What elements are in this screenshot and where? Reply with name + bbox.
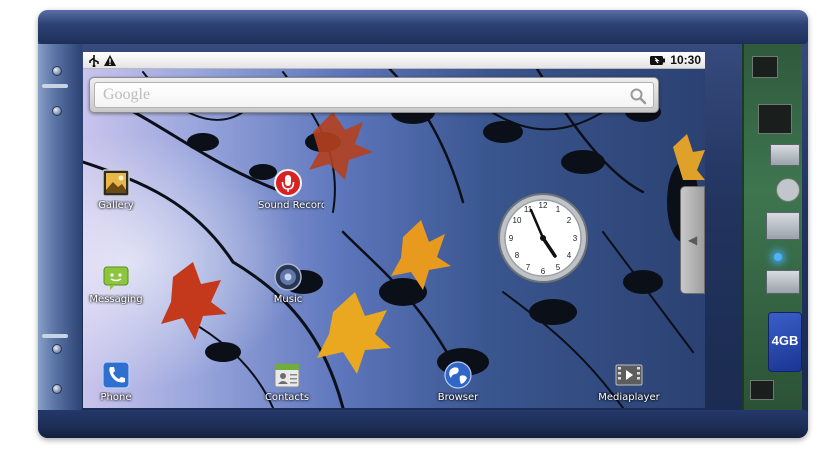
- board-chip: [750, 380, 774, 400]
- sd-card: 4GB: [768, 312, 802, 372]
- screw: [52, 344, 62, 354]
- frame-bottom: [38, 410, 808, 438]
- app-gallery[interactable]: Gallery: [83, 168, 156, 211]
- svg-text:6: 6: [541, 267, 546, 276]
- hinge: [42, 334, 68, 338]
- board-port: [766, 270, 800, 294]
- svg-text:5: 5: [556, 263, 561, 272]
- app-browser[interactable]: Browser: [418, 360, 498, 403]
- screw: [52, 384, 62, 394]
- app-label: Messaging: [89, 294, 143, 305]
- app-contacts[interactable]: Contacts: [247, 360, 327, 403]
- frame-left-side: [38, 44, 82, 410]
- svg-text:10: 10: [513, 216, 522, 225]
- svg-text:4: 4: [567, 251, 572, 260]
- home-screen: 10:30 Google Gallery Sound Recorder: [83, 52, 705, 408]
- frame-top: [38, 10, 808, 44]
- warning-icon: [104, 55, 116, 66]
- app-label: Gallery: [98, 200, 134, 211]
- globe-icon: [444, 361, 472, 389]
- app-phone[interactable]: Phone: [83, 360, 156, 403]
- app-mediaplayer[interactable]: Mediaplayer: [589, 360, 669, 403]
- usb-port: [766, 212, 800, 240]
- svg-text:2: 2: [567, 216, 572, 225]
- messaging-icon: [103, 266, 129, 290]
- status-bar: 10:30: [83, 52, 705, 69]
- board-chip: [752, 56, 778, 78]
- svg-text:8: 8: [515, 251, 520, 260]
- search-placeholder: Google: [103, 86, 151, 103]
- usb-icon: [89, 55, 99, 67]
- board-port: [770, 144, 800, 166]
- gallery-icon: [102, 169, 130, 197]
- app-sound-recorder[interactable]: Sound Recorder: [248, 168, 328, 211]
- film-icon: [615, 364, 643, 386]
- status-time: 10:30: [670, 53, 701, 67]
- app-messaging[interactable]: Messaging: [83, 262, 156, 305]
- board-battery: [776, 178, 800, 202]
- drawer-arrow-icon: ◀: [688, 233, 698, 247]
- contacts-icon: [274, 363, 300, 388]
- app-label: Phone: [100, 392, 132, 403]
- app-label: Mediaplayer: [598, 392, 660, 403]
- svg-text:9: 9: [509, 234, 514, 243]
- svg-text:7: 7: [526, 263, 531, 272]
- svg-text:3: 3: [573, 234, 578, 243]
- microphone-icon: [274, 169, 302, 197]
- battery-icon: [650, 56, 665, 65]
- svg-text:12: 12: [539, 201, 548, 210]
- app-label: Browser: [437, 392, 479, 403]
- app-drawer-handle[interactable]: ◀: [680, 186, 705, 294]
- phone-icon: [102, 361, 130, 389]
- sd-card-label: 4GB: [771, 333, 799, 348]
- circuit-board: 4GB: [742, 44, 802, 410]
- speaker-icon: [274, 263, 302, 291]
- hinge: [42, 84, 68, 88]
- app-music[interactable]: Music: [248, 262, 328, 305]
- app-label: Sound Recorder: [258, 200, 324, 211]
- app-label: Music: [273, 294, 303, 305]
- analog-clock-widget[interactable]: 12 1 2 3 4 5 6 7 8 9 10 11: [497, 192, 589, 284]
- search-icon[interactable]: [629, 87, 647, 105]
- screw: [52, 106, 62, 116]
- svg-text:1: 1: [556, 205, 561, 214]
- google-search-widget[interactable]: Google: [89, 77, 659, 113]
- screw: [52, 66, 62, 76]
- app-label: Contacts: [264, 392, 310, 403]
- search-input[interactable]: Google: [94, 82, 654, 108]
- power-led: [774, 253, 782, 261]
- board-chip: [758, 104, 792, 134]
